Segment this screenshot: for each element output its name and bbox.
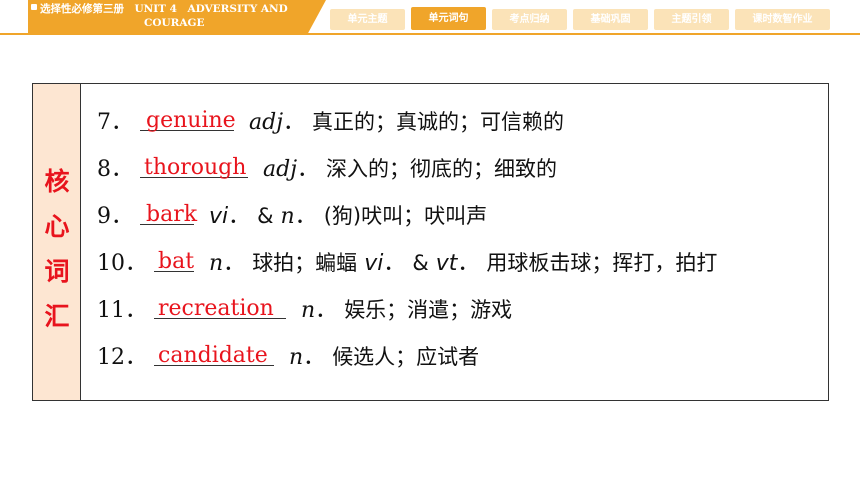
pos-separator: ． [457, 251, 480, 276]
part-of-speech: n [301, 298, 316, 323]
answer-text: thorough [144, 155, 247, 180]
answer-text: recreation [158, 296, 274, 321]
side-label-char: 核 [44, 167, 70, 196]
nav-tab-homework[interactable]: 课时数智作业 [735, 9, 830, 30]
nav-tab-unit-theme[interactable]: 单元主题 [330, 9, 405, 30]
item-number: 11． [97, 298, 147, 323]
definition: 用球板击球；挥打，拍打 [486, 251, 718, 275]
part-of-speech: n [280, 204, 295, 229]
part-of-speech: vi [209, 204, 229, 229]
vocab-row: 7． genuine adj． 真正的；真诚的；可信赖的 [97, 104, 564, 144]
side-label-char: 汇 [44, 302, 70, 331]
vocab-row: 9． bark vi． & n． (狗)吠叫；吠叫声 [97, 198, 487, 238]
pos-separator: ． [303, 345, 326, 370]
side-label-char: 心 [44, 212, 70, 241]
nav-tab-key-points[interactable]: 考点归纳 [492, 9, 567, 30]
nav-tab-theme-lead[interactable]: 主题引领 [654, 9, 729, 30]
answer-text: genuine [146, 108, 236, 133]
item-number: 10． [97, 251, 147, 276]
pos-separator: ． [228, 204, 251, 229]
vocab-row: 8． thorough adj． 深入的；彻底的；细致的 [97, 151, 557, 191]
part-of-speech: adj [249, 110, 284, 135]
section-side-label: 核 心 词 汇 [33, 84, 81, 400]
course-title-line1: 选择性必修第三册 UNIT 4 ADVERSITY AND [40, 3, 288, 15]
pos-separator: ． [315, 298, 338, 323]
part-of-speech: n [209, 251, 224, 276]
vocab-row: 11． recreation n． 娱乐；消遣；游戏 [97, 292, 512, 332]
pos-separator: ． [283, 110, 306, 135]
answer-text: bark [146, 202, 198, 227]
answer-blank: bark [140, 202, 198, 227]
course-title: 选择性必修第三册 UNIT 4 ADVERSITY AND COURAGE [40, 2, 310, 30]
top-divider [0, 33, 860, 35]
definition: 娱乐；消遣；游戏 [344, 298, 513, 322]
answer-blank: bat [154, 249, 195, 274]
pos-separator: ． [297, 157, 320, 182]
answer-text: bat [158, 249, 195, 274]
answer-text: candidate [158, 343, 268, 368]
answer-blank: thorough [140, 155, 248, 180]
item-number: 9． [97, 204, 133, 229]
ampersand: & [412, 251, 429, 275]
part-of-speech: vi [364, 251, 384, 276]
ampersand: & [257, 204, 274, 228]
definition: 球拍；蝙蝠 [252, 251, 358, 275]
definition: 深入的；彻底的；细致的 [326, 157, 558, 181]
part-of-speech: adj [263, 157, 298, 182]
vocab-row: 12． candidate n． 候选人；应试者 [97, 339, 479, 379]
pos-separator: ． [383, 251, 406, 276]
pos-separator: ． [294, 204, 317, 229]
definition: 真正的；真诚的；可信赖的 [312, 110, 565, 134]
definition: (狗)吠叫；吠叫声 [323, 204, 488, 228]
vocabulary-card: 核 心 词 汇 7． genuine adj． 真正的；真诚的；可信赖的 8． … [32, 83, 829, 401]
definition: 候选人；应试者 [332, 345, 480, 369]
vocab-row: 10． bat n． 球拍；蝙蝠 vi． & vt． 用球板击球；挥打，拍打 [97, 245, 717, 285]
answer-blank: recreation [154, 296, 286, 321]
nav-tab-basic-practice[interactable]: 基础巩固 [573, 9, 648, 30]
side-label-char: 词 [44, 257, 70, 286]
item-number: 7． [97, 110, 133, 135]
item-number: 12． [97, 345, 147, 370]
pos-separator: ． [223, 251, 246, 276]
course-title-line2: COURAGE [144, 17, 205, 29]
answer-blank: candidate [154, 343, 274, 368]
answer-blank: genuine [140, 108, 236, 133]
part-of-speech: vt [435, 251, 458, 276]
part-of-speech: n [289, 345, 304, 370]
top-bar: 选择性必修第三册 UNIT 4 ADVERSITY AND COURAGE 单元… [0, 0, 860, 35]
bullet-icon [31, 4, 37, 10]
nav-tab-unit-vocabulary[interactable]: 单元词句 [411, 7, 486, 30]
item-number: 8． [97, 157, 133, 182]
